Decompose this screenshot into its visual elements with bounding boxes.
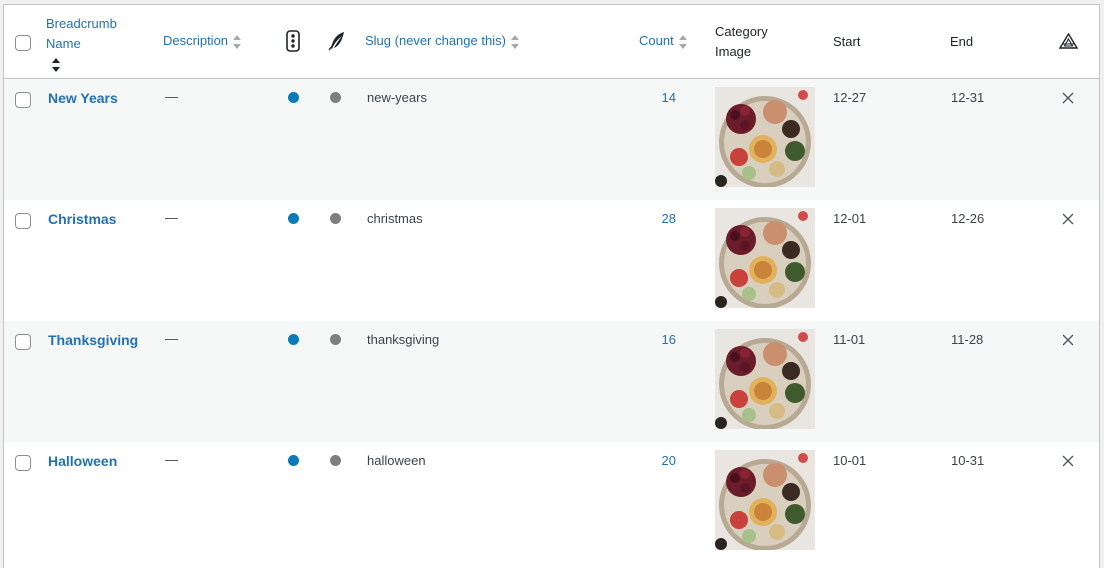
term-start-date: 11-01 [833, 332, 866, 347]
term-start-date: 10-01 [833, 453, 867, 468]
column-description-label: Description [163, 33, 229, 48]
column-count-label: Count [639, 33, 674, 48]
close-icon[interactable] [1061, 454, 1075, 468]
column-name-label-line2: Name [46, 36, 81, 51]
row-checkbox[interactable] [15, 213, 31, 229]
term-slug: new-years [367, 90, 427, 105]
feather-icon [328, 31, 346, 57]
category-image[interactable] [715, 329, 815, 429]
table-row: New Years — new-years 14 12-27 12-31 [4, 79, 1099, 200]
term-name-link[interactable]: Christmas [48, 211, 116, 227]
row-checkbox[interactable] [15, 92, 31, 108]
term-name-link[interactable]: Halloween [48, 453, 117, 469]
column-start-header: Start [833, 34, 861, 49]
row-checkbox[interactable] [15, 455, 31, 471]
sort-indicator-icon [52, 57, 60, 72]
term-description: — [165, 452, 178, 467]
close-icon[interactable] [1061, 91, 1075, 105]
term-slug: halloween [367, 453, 426, 468]
term-name-link[interactable]: New Years [48, 90, 118, 106]
status-dot-gray [330, 213, 341, 224]
term-count-link[interactable]: 20 [636, 453, 676, 468]
term-count-link[interactable]: 16 [636, 332, 676, 347]
close-icon[interactable] [1061, 212, 1075, 226]
term-end-date: 12-26 [951, 211, 985, 226]
column-end-header: End [950, 34, 974, 49]
term-description: — [165, 331, 178, 346]
status-dot-gray [330, 92, 341, 103]
term-count-link[interactable]: 14 [636, 90, 676, 105]
term-end-date: 12-31 [951, 90, 985, 105]
term-description: — [165, 89, 178, 104]
triangle-icon [1058, 32, 1079, 55]
status-dot-blue [288, 455, 299, 466]
table-header: Breadcrumb Name Description Slug (never … [4, 5, 1099, 79]
close-icon[interactable] [1061, 333, 1075, 347]
column-name-label-line1: Breadcrumb [46, 16, 117, 31]
term-slug: christmas [367, 211, 423, 226]
status-dot-gray [330, 455, 341, 466]
category-image[interactable] [715, 208, 815, 308]
status-dot-gray [330, 334, 341, 345]
status-dot-blue [288, 92, 299, 103]
status-dot-blue [288, 213, 299, 224]
term-start-date: 12-27 [833, 90, 867, 105]
term-slug: thanksgiving [367, 332, 440, 347]
column-count-header[interactable]: Count [639, 31, 687, 51]
table-row: Thanksgiving — thanksgiving 16 11-01 11-… [4, 321, 1099, 442]
term-name-link[interactable]: Thanksgiving [48, 332, 138, 348]
table-row: Halloween — halloween 20 10-01 10-31 [4, 442, 1099, 563]
traffic-light-icon [286, 30, 300, 58]
category-image[interactable] [715, 450, 815, 550]
term-end-date: 10-31 [951, 453, 985, 468]
term-description: — [165, 210, 178, 225]
column-image-header: Category Image [715, 22, 768, 62]
term-start-date: 12-01 [833, 211, 867, 226]
terms-table: Breadcrumb Name Description Slug (never … [3, 4, 1100, 568]
column-image-label-line1: Category [715, 24, 768, 39]
table-row: Christmas — christmas 28 12-01 12-26 [4, 200, 1099, 321]
select-all-checkbox[interactable] [15, 35, 31, 51]
status-dot-blue [288, 334, 299, 345]
column-slug-header[interactable]: Slug (never change this) [365, 31, 519, 51]
sort-indicator-icon [678, 34, 687, 49]
term-end-date: 11-28 [951, 332, 984, 347]
column-slug-label: Slug (never change this) [365, 33, 506, 48]
column-description-header[interactable]: Description [163, 31, 242, 51]
column-image-label-line2: Image [715, 44, 752, 59]
sort-indicator-icon [233, 34, 242, 49]
category-image[interactable] [715, 87, 815, 187]
column-name-header[interactable]: Breadcrumb Name [46, 14, 117, 74]
term-count-link[interactable]: 28 [636, 211, 676, 226]
sort-indicator-icon [510, 34, 519, 49]
row-checkbox[interactable] [15, 334, 31, 350]
